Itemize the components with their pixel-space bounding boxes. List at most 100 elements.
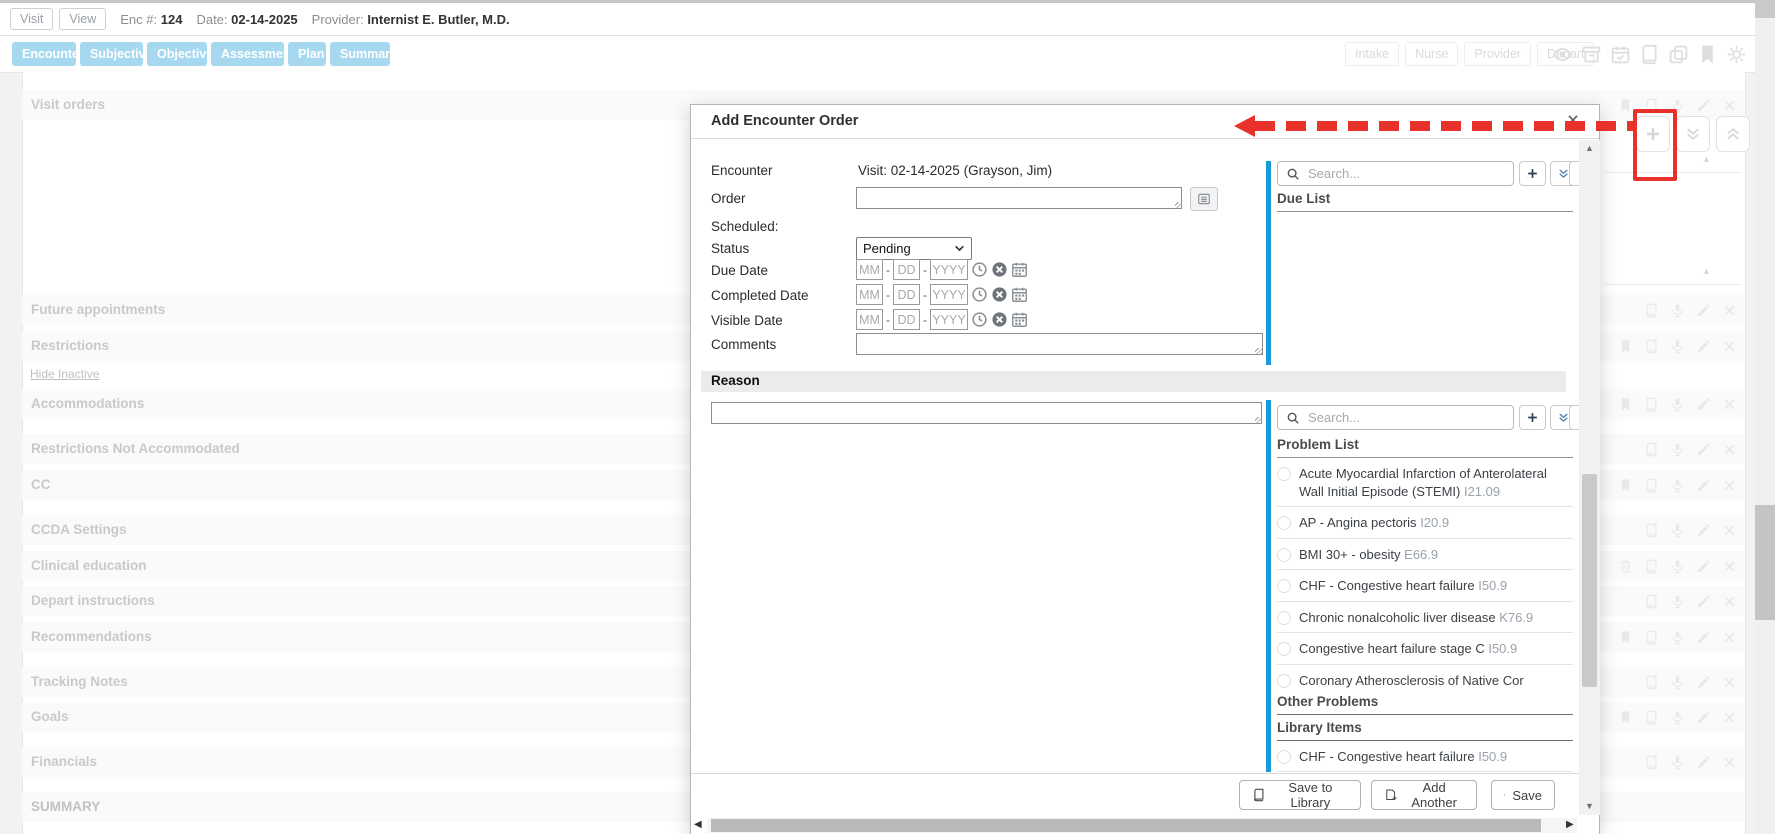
microphone-icon[interactable] — [1670, 630, 1685, 645]
clock-icon[interactable] — [971, 311, 988, 328]
scroll-left-icon[interactable]: ◀ — [694, 819, 702, 830]
bookmark-icon[interactable] — [1618, 339, 1633, 354]
problem-add-button[interactable] — [1519, 405, 1546, 430]
problem-checkbox[interactable] — [1277, 548, 1291, 562]
scroll-up-icon[interactable]: ▲ — [1579, 143, 1600, 153]
delete-x-icon[interactable] — [1722, 442, 1737, 457]
scroll-right-icon[interactable]: ▶ — [1566, 819, 1574, 830]
tab-objective[interactable]: Objective — [147, 42, 207, 66]
comments-input[interactable] — [856, 333, 1263, 355]
nurse-button[interactable]: Nurse — [1405, 42, 1458, 66]
resize-handle[interactable] — [1255, 348, 1262, 355]
clear-date-icon[interactable] — [991, 286, 1008, 303]
copy-icon[interactable] — [1668, 44, 1689, 65]
save-to-library-button[interactable]: Save to Library — [1239, 780, 1361, 810]
calendar-check-icon[interactable] — [1610, 44, 1631, 65]
settings-gear-icon[interactable] — [1726, 44, 1747, 65]
visible-date-yyyy-input[interactable] — [930, 309, 968, 330]
pencil-icon[interactable] — [1696, 303, 1711, 318]
problem-checkbox[interactable] — [1277, 516, 1291, 530]
microphone-icon[interactable] — [1670, 397, 1685, 412]
collapse-all-button[interactable] — [1716, 116, 1750, 152]
calendar-icon[interactable] — [1011, 261, 1028, 278]
microphone-icon[interactable] — [1670, 442, 1685, 457]
microphone-icon[interactable] — [1670, 755, 1685, 770]
microphone-icon[interactable] — [1670, 559, 1685, 574]
microphone-icon[interactable] — [1670, 710, 1685, 725]
tab-summary[interactable]: Summary — [330, 42, 390, 66]
due-list-add-button[interactable] — [1519, 161, 1546, 186]
microphone-icon[interactable] — [1670, 339, 1685, 354]
expand-all-button[interactable] — [1676, 116, 1710, 152]
caret-up-icon[interactable]: ▲ — [1702, 266, 1711, 276]
problem-row[interactable]: CHF - Congestive heart failure I50.9 — [1277, 570, 1573, 602]
book-icon[interactable] — [1639, 44, 1660, 65]
dialog-vertical-scrollbar[interactable]: ▲ ▼ — [1579, 140, 1600, 815]
save-button[interactable]: Save — [1491, 780, 1555, 810]
problem-row[interactable]: Congestive heart failure stage C I50.9 — [1277, 633, 1573, 665]
calendar-icon[interactable] — [1011, 311, 1028, 328]
hide-inactive-link[interactable]: Hide Inactive — [30, 367, 99, 381]
due-date-dd-input[interactable] — [893, 259, 920, 280]
archive-icon[interactable] — [1581, 44, 1602, 65]
problem-row[interactable]: Acute Myocardial Infarction of Anterolat… — [1277, 458, 1573, 507]
dialog-horizontal-scrollbar[interactable]: ◀ ▶ — [691, 817, 1599, 834]
delete-x-icon[interactable] — [1722, 98, 1737, 113]
pencil-icon[interactable] — [1696, 755, 1711, 770]
library-item-row[interactable]: CHF - Congestive heart failure I50.9 — [1277, 741, 1573, 773]
delete-x-icon[interactable] — [1722, 559, 1737, 574]
tab-encounter[interactable]: Encounter — [12, 42, 76, 66]
completed-date-yyyy-input[interactable] — [930, 284, 968, 305]
microphone-icon[interactable] — [1670, 523, 1685, 538]
pencil-icon[interactable] — [1696, 559, 1711, 574]
book-icon[interactable] — [1644, 755, 1659, 770]
bookmark-icon[interactable] — [1618, 630, 1633, 645]
view-button[interactable]: View — [59, 8, 106, 30]
delete-x-icon[interactable] — [1722, 755, 1737, 770]
microphone-icon[interactable] — [1670, 594, 1685, 609]
order-lookup-button[interactable] — [1190, 187, 1218, 211]
problem-checkbox[interactable] — [1277, 642, 1291, 656]
tab-subjective[interactable]: Subjective — [80, 42, 143, 66]
eye-icon[interactable] — [1552, 44, 1573, 65]
clear-date-icon[interactable] — [991, 311, 1008, 328]
status-select[interactable]: Pending — [856, 237, 972, 260]
bookmark-icon[interactable] — [1618, 98, 1633, 113]
problem-checkbox[interactable] — [1277, 579, 1291, 593]
add-another-button[interactable]: Add Another — [1371, 780, 1477, 810]
microphone-icon[interactable] — [1670, 303, 1685, 318]
due-date-yyyy-input[interactable] — [930, 259, 968, 280]
problem-row[interactable]: AP - Angina pectoris I20.9 — [1277, 507, 1573, 539]
page-scrollbar-top[interactable] — [1755, 0, 1775, 18]
book-icon[interactable] — [1644, 303, 1659, 318]
problem-row[interactable]: Chronic nonalcoholic liver disease K76.9 — [1277, 602, 1573, 634]
problem-checkbox[interactable] — [1277, 611, 1291, 625]
bookmark-icon[interactable] — [1618, 478, 1633, 493]
bookmark-icon[interactable] — [1618, 397, 1633, 412]
delete-x-icon[interactable] — [1722, 339, 1737, 354]
problem-checkbox[interactable] — [1277, 467, 1291, 481]
provider-button[interactable]: Provider — [1464, 42, 1531, 66]
pencil-icon[interactable] — [1696, 339, 1711, 354]
completed-date-dd-input[interactable] — [893, 284, 920, 305]
h-scroll-thumb[interactable] — [711, 819, 1541, 832]
clock-icon[interactable] — [971, 286, 988, 303]
pencil-icon[interactable] — [1696, 630, 1711, 645]
visible-date-dd-input[interactable] — [893, 309, 920, 330]
visit-button[interactable]: Visit — [10, 8, 53, 30]
book-icon[interactable] — [1644, 523, 1659, 538]
delete-x-icon[interactable] — [1722, 594, 1737, 609]
resize-handle[interactable] — [1255, 417, 1262, 424]
caret-up-icon[interactable]: ▲ — [1702, 154, 1711, 164]
visible-date-mm-input[interactable] — [856, 309, 883, 330]
book-icon[interactable] — [1644, 594, 1659, 609]
page-scrollbar-thumb[interactable] — [1755, 505, 1775, 620]
completed-date-mm-input[interactable] — [856, 284, 883, 305]
book-icon[interactable] — [1644, 478, 1659, 493]
pencil-icon[interactable] — [1696, 710, 1711, 725]
delete-x-icon[interactable] — [1722, 675, 1737, 690]
delete-x-icon[interactable] — [1722, 303, 1737, 318]
book-icon[interactable] — [1644, 397, 1659, 412]
scroll-down-icon[interactable]: ▼ — [1579, 801, 1600, 811]
book-icon[interactable] — [1644, 442, 1659, 457]
